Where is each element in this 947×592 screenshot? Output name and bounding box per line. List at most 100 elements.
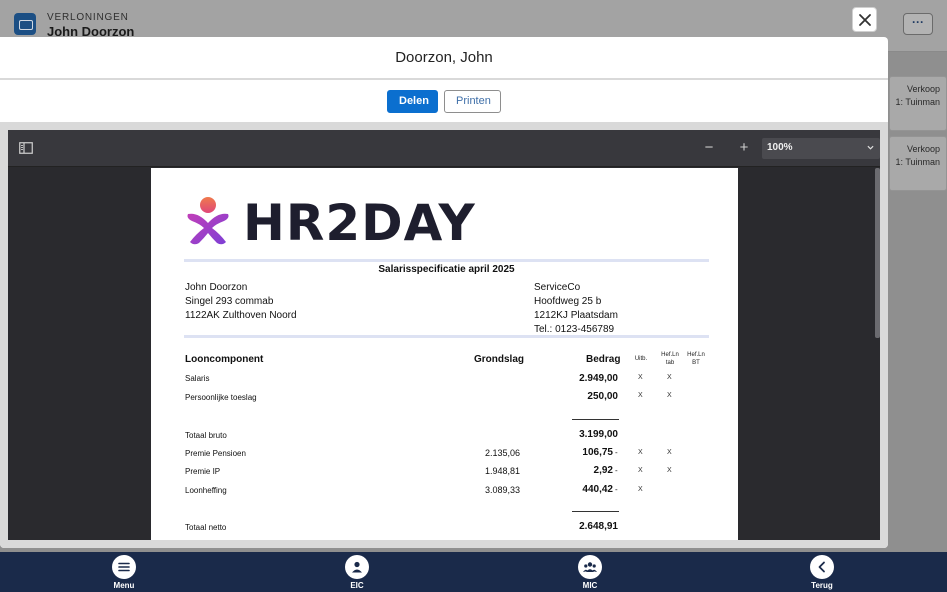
column-header-hefl-bt-line2: BT (692, 360, 700, 366)
row-hefl-tab-mark: X (667, 467, 672, 474)
column-header-hefl-bt-line1: Hef.Ln (687, 352, 705, 358)
employee-name: John Doorzon (185, 282, 248, 293)
row-label: Totaal netto (185, 523, 227, 532)
employer-street: Hoofdweg 25 b (534, 296, 602, 307)
row-hefl-tab-mark: X (667, 449, 672, 456)
nav-eic[interactable]: EIC (327, 552, 387, 590)
app-caption: VERLONINGEN (47, 12, 129, 23)
pdf-viewer-container: − + 100% HR2DAY Salarisspecificatie apri… (0, 122, 888, 548)
column-header-hefl-tab: Hef.Ln tab (658, 351, 682, 367)
share-button[interactable]: Delen (387, 89, 438, 113)
nav-back-circle (810, 555, 834, 579)
row-amount: 2,92 (593, 465, 613, 476)
row-amount: 3.199,00 (579, 429, 618, 440)
nav-mic-circle (578, 555, 602, 579)
row-basis: 2.135,06 (484, 448, 520, 458)
row-amount: 2.949,00 (579, 373, 618, 384)
menu-icon (118, 562, 130, 572)
sidebar-toggle-icon[interactable] (19, 142, 33, 154)
pdf-page: HR2DAY Salarisspecificatie april 2025 Jo… (151, 168, 738, 540)
modal-header: Doorzon, John (0, 37, 888, 80)
employer-name: ServiceCo (534, 282, 581, 293)
payslip-header-box: Salarisspecificatie april 2025 John Door… (184, 259, 709, 338)
column-header-hefl-tab-line1: Hef.Ln (661, 352, 679, 358)
employee-street: Singel 293 commab (185, 296, 274, 307)
column-header-hefl-bt: Hef.Ln BT (684, 351, 708, 367)
column-header-component: Looncomponent (185, 354, 264, 365)
pdf-scrollbar[interactable] (875, 168, 880, 338)
chevron-left-icon (818, 561, 825, 573)
assignment-card-line1: Verkoop (906, 84, 940, 94)
zoom-select[interactable]: 100% (762, 138, 880, 159)
row-amount: 440,42 (582, 484, 613, 495)
assignment-card-line2: 1: Tuinman (895, 157, 940, 167)
row-label: Salaris (185, 374, 210, 383)
column-header-basis: Grondslag (474, 354, 525, 365)
row-amount: 2.648,91 (579, 521, 618, 532)
nav-menu-circle (112, 555, 136, 579)
print-button[interactable]: Printen (444, 89, 501, 113)
zoom-in-button[interactable]: + (735, 139, 753, 157)
row-label: Premie IP (185, 467, 221, 476)
row-hefl-tab-mark: X (667, 374, 672, 381)
group-icon (583, 562, 597, 572)
nav-mic-label: MIC (582, 581, 598, 590)
payroll-app-icon (14, 13, 36, 35)
pdf-viewer: − + 100% HR2DAY Salarisspecificatie apri… (8, 130, 880, 540)
payslip-title: Salarisspecificatie april 2025 (378, 264, 515, 275)
employee-address: John Doorzon Singel 293 commab 1122AK Zu… (185, 281, 297, 323)
nav-menu[interactable]: Menu (94, 552, 154, 590)
nav-menu-label: Menu (113, 581, 135, 590)
assignment-card[interactable]: Verkoop 1: Tuinman (889, 76, 947, 131)
zoom-out-button[interactable]: − (700, 139, 718, 157)
zoom-value: 100% (767, 142, 793, 153)
row-basis: 1.948,81 (484, 466, 520, 476)
assignment-card[interactable]: Verkoop 1: Tuinman (889, 136, 947, 191)
row-uitb-mark: X (638, 486, 643, 493)
row-sign: - (615, 448, 618, 457)
row-uitb-mark: X (638, 467, 643, 474)
brand-wordmark: HR2DAY (243, 194, 476, 252)
modal-title: Doorzon, John (395, 49, 493, 66)
person-icon (352, 561, 362, 573)
nav-eic-label: EIC (350, 581, 364, 590)
row-hefl-tab-mark: X (667, 392, 672, 399)
bottom-navigation: Menu EIC MIC Terug (0, 552, 947, 592)
subtotal-line (572, 419, 619, 420)
hr2day-logo-icon (187, 197, 229, 245)
employer-phone: Tel.: 0123-456789 (534, 324, 615, 335)
nav-mic[interactable]: MIC (560, 552, 620, 590)
row-label: Totaal bruto (185, 431, 227, 440)
row-uitb-mark: X (638, 449, 643, 456)
subtotal-line (572, 511, 619, 512)
document-modal: Doorzon, John Delen Printen − + 100% HR2… (0, 37, 888, 548)
nav-eic-circle (345, 555, 369, 579)
employee-city: 1122AK Zulthoven Noord (185, 310, 297, 321)
row-label: Premie Pensioen (185, 449, 246, 458)
column-header-hefl-tab-line2: tab (665, 360, 675, 366)
column-header-uitb: Uitb. (634, 356, 648, 362)
nav-back-label: Terug (811, 581, 833, 590)
assignment-card-line2: 1: Tuinman (895, 97, 940, 107)
chevron-down-icon (867, 145, 874, 150)
pdf-toolbar: − + 100% (8, 130, 880, 167)
modal-actions: Delen Printen (0, 80, 888, 122)
row-amount: 106,75 (582, 447, 613, 458)
close-icon (858, 13, 871, 26)
row-amount: 250,00 (587, 391, 618, 402)
row-uitb-mark: X (638, 392, 643, 399)
row-basis: 3.089,33 (484, 485, 520, 495)
nav-back[interactable]: Terug (792, 552, 852, 590)
row-label: Loonheffing (185, 486, 227, 495)
pdf-scroll-area[interactable]: HR2DAY Salarisspecificatie april 2025 Jo… (8, 168, 880, 540)
employer-address: ServiceCo Hoofdweg 25 b 1212KJ Plaatsdam… (534, 281, 618, 337)
more-actions-button[interactable]: ··· (903, 13, 933, 35)
assignment-card-line1: Verkoop (906, 144, 940, 154)
row-label: Persoonlijke toeslag (185, 393, 257, 402)
employer-city: 1212KJ Plaatsdam (534, 310, 618, 321)
close-modal-button[interactable] (852, 7, 877, 32)
row-uitb-mark: X (638, 374, 643, 381)
row-sign: - (615, 485, 618, 494)
row-sign: - (615, 466, 618, 475)
column-header-amount: Bedrag (586, 354, 621, 365)
